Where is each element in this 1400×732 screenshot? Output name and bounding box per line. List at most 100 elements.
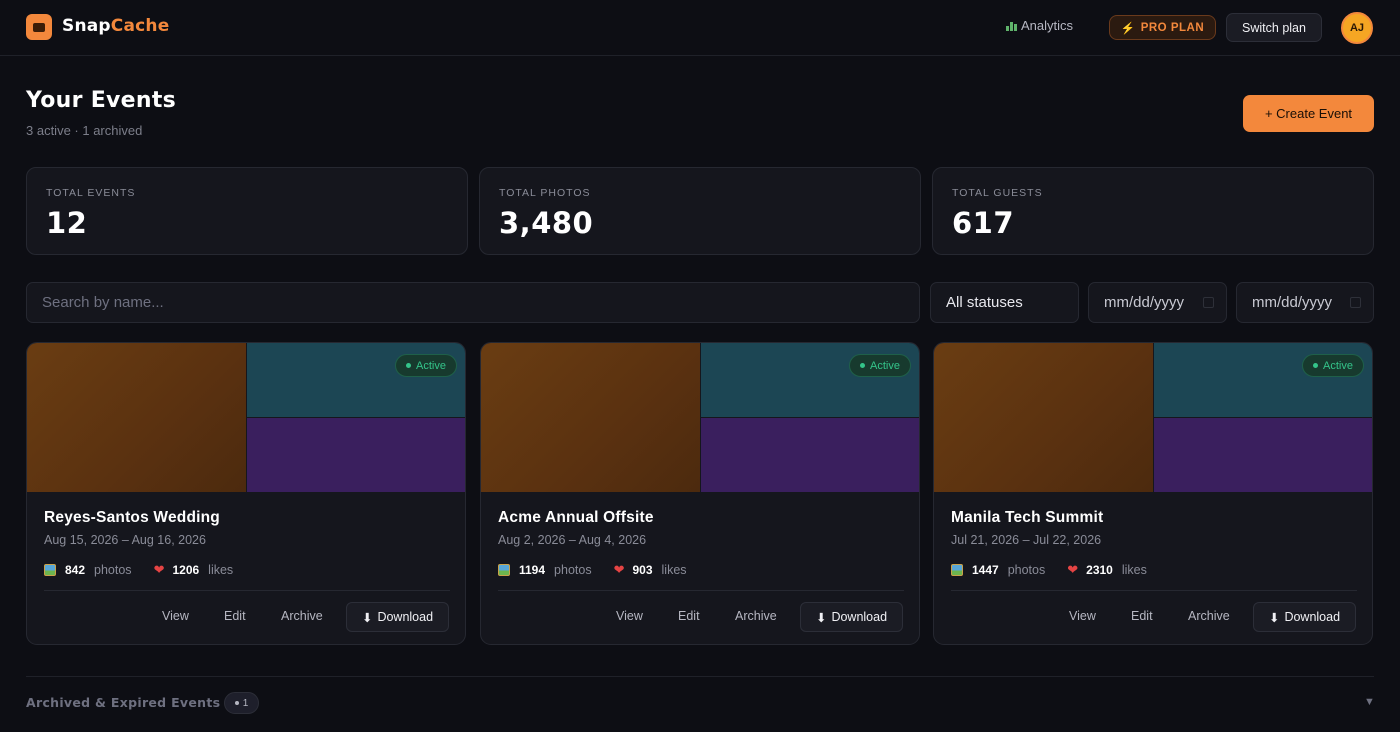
status-dot xyxy=(860,363,866,368)
analytics-label: Analytics xyxy=(1021,18,1074,33)
photos-unit: photos xyxy=(94,563,132,577)
status-label: Active xyxy=(416,359,446,372)
edit-button[interactable]: Edit xyxy=(224,609,246,623)
archive-button[interactable]: Archive xyxy=(735,609,777,623)
status-select[interactable]: All statuses xyxy=(930,282,1079,323)
page-title: Your Events xyxy=(26,88,177,113)
pro-plan-label: PRO PLAN xyxy=(1140,21,1205,34)
stat-label: TOTAL EVENTS xyxy=(46,187,136,199)
brand-name[interactable]: SnapCache xyxy=(62,16,169,36)
likes-unit: likes xyxy=(208,563,234,577)
event-thumbnail[interactable]: Active xyxy=(481,343,919,492)
photo-icon xyxy=(44,564,56,576)
thumbnail-tile xyxy=(701,418,919,492)
event-metrics: 1194 photos ❤ 903 likes xyxy=(498,562,687,578)
status-label: Active xyxy=(1323,359,1353,372)
event-thumbnail[interactable]: Active xyxy=(934,343,1372,492)
heart-icon: ❤ xyxy=(613,562,625,577)
status-badge: Active xyxy=(1302,354,1364,377)
switch-plan-button[interactable]: Switch plan xyxy=(1226,13,1322,42)
download-label: Download xyxy=(1284,610,1341,624)
bar-chart-icon xyxy=(1006,21,1017,31)
create-event-button[interactable]: + Create Event xyxy=(1243,95,1374,132)
camera-logo-icon[interactable] xyxy=(26,14,52,40)
download-button[interactable]: ⬇ Download xyxy=(1253,602,1356,632)
photo-icon xyxy=(498,564,510,576)
event-dates: Aug 15, 2026 – Aug 16, 2026 xyxy=(44,533,206,547)
top-bar: SnapCache Analytics ⚡ PRO PLAN Switch pl… xyxy=(0,0,1400,56)
download-button[interactable]: ⬇ Download xyxy=(800,602,903,632)
stat-label: TOTAL PHOTOS xyxy=(499,187,591,199)
calendar-icon[interactable] xyxy=(1203,297,1214,308)
date-from-placeholder: mm/dd/yyyy xyxy=(1104,294,1185,311)
archived-section-toggle[interactable]: Archived & Expired Events xyxy=(26,695,220,710)
avatar[interactable]: AJ xyxy=(1341,12,1373,44)
like-count: 2310 xyxy=(1086,563,1113,577)
photo-count: 842 xyxy=(65,563,86,577)
card-divider xyxy=(498,590,904,591)
download-label: Download xyxy=(377,610,434,624)
date-from-field[interactable]: mm/dd/yyyy xyxy=(1088,282,1227,323)
card-divider xyxy=(951,590,1357,591)
chevron-down-icon[interactable]: ▼ xyxy=(1364,696,1375,708)
event-dates: Jul 21, 2026 – Jul 22, 2026 xyxy=(951,533,1102,547)
event-dates: Aug 2, 2026 – Aug 4, 2026 xyxy=(498,533,647,547)
download-label: Download xyxy=(831,610,888,624)
likes-unit: likes xyxy=(661,563,687,577)
date-to-field[interactable]: mm/dd/yyyy xyxy=(1236,282,1374,323)
archive-button[interactable]: Archive xyxy=(281,609,323,623)
event-metrics: 842 photos ❤ 1206 likes xyxy=(44,562,233,578)
photos-unit: photos xyxy=(1007,563,1046,577)
status-badge: Active xyxy=(849,354,911,377)
stat-value: 617 xyxy=(952,206,1015,240)
pro-plan-badge[interactable]: ⚡ PRO PLAN xyxy=(1109,15,1216,40)
date-to-placeholder: mm/dd/yyyy xyxy=(1252,294,1333,311)
calendar-icon[interactable] xyxy=(1350,297,1361,308)
page-subtitle: 3 active · 1 archived xyxy=(26,123,143,138)
status-dot xyxy=(1313,363,1319,368)
event-metrics: 1447 photos ❤ 2310 likes xyxy=(951,562,1147,578)
likes-unit: likes xyxy=(1121,563,1147,577)
event-card[interactable]: Active Acme Annual Offsite Aug 2, 2026 –… xyxy=(480,342,920,645)
card-divider xyxy=(44,590,450,591)
analytics-link[interactable]: Analytics xyxy=(1006,18,1073,33)
download-button[interactable]: ⬇ Download xyxy=(346,602,449,632)
event-card[interactable]: Active Reyes-Santos Wedding Aug 15, 2026… xyxy=(26,342,466,645)
edit-button[interactable]: Edit xyxy=(1131,609,1153,623)
stat-card-total-guests: TOTAL GUESTS 617 xyxy=(932,167,1374,255)
thumbnail-tile xyxy=(247,418,465,492)
view-button[interactable]: View xyxy=(616,609,643,623)
thumbnail-tile xyxy=(481,343,700,492)
thumbnail-tile xyxy=(934,343,1153,492)
stat-value: 3,480 xyxy=(499,206,594,240)
archive-button[interactable]: Archive xyxy=(1188,609,1230,623)
like-count: 903 xyxy=(632,563,653,577)
event-name: Acme Annual Offsite xyxy=(498,509,654,526)
section-divider xyxy=(26,676,1374,677)
view-button[interactable]: View xyxy=(162,609,189,623)
event-thumbnail[interactable]: Active xyxy=(27,343,465,492)
brand-part-1: Snap xyxy=(62,16,111,36)
status-label: Active xyxy=(870,359,900,372)
edit-button[interactable]: Edit xyxy=(678,609,700,623)
like-count: 1206 xyxy=(172,563,200,577)
heart-icon: ❤ xyxy=(1067,562,1079,577)
event-card[interactable]: Active Manila Tech Summit Jul 21, 2026 –… xyxy=(933,342,1373,645)
status-select-value: All statuses xyxy=(946,294,1023,311)
status-badge: Active xyxy=(395,354,457,377)
archived-count-badge: 1 xyxy=(224,692,259,714)
search-input[interactable] xyxy=(26,282,920,323)
stat-value: 12 xyxy=(46,206,88,240)
photo-icon xyxy=(951,564,963,576)
download-icon: ⬇ xyxy=(1268,610,1280,625)
archived-count: 1 xyxy=(242,697,249,709)
photo-count: 1194 xyxy=(519,563,546,577)
photo-count: 1447 xyxy=(972,563,999,577)
photos-unit: photos xyxy=(554,563,592,577)
stat-card-total-events: TOTAL EVENTS 12 xyxy=(26,167,468,255)
stat-label: TOTAL GUESTS xyxy=(952,187,1043,199)
download-icon: ⬇ xyxy=(361,610,373,625)
status-dot xyxy=(406,363,412,368)
view-button[interactable]: View xyxy=(1069,609,1096,623)
thumbnail-tile xyxy=(1154,418,1372,492)
